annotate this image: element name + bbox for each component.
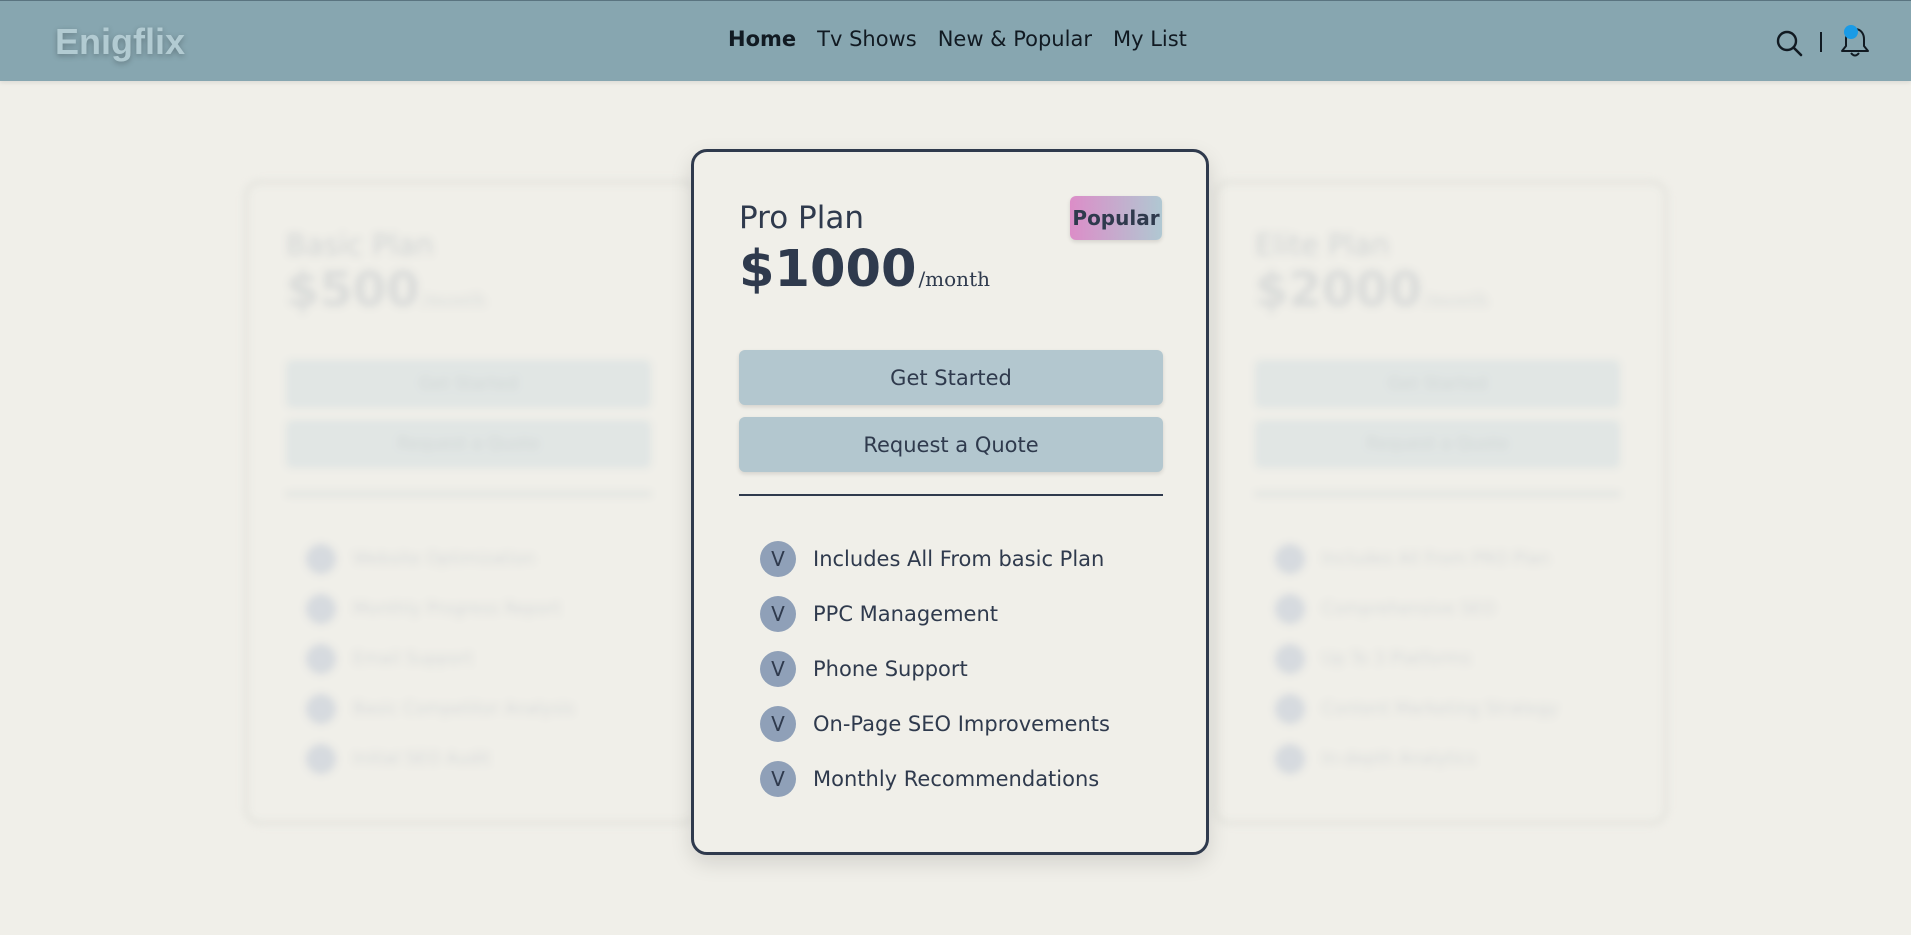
check-icon: V bbox=[1275, 544, 1305, 574]
check-icon: V bbox=[760, 760, 796, 797]
request-quote-button[interactable]: Request a Quote bbox=[739, 417, 1163, 472]
check-icon: V bbox=[1275, 594, 1305, 624]
check-icon: V bbox=[760, 595, 796, 632]
list-item: V Website Optimization bbox=[306, 534, 574, 584]
plan-name: Pro Plan bbox=[739, 200, 864, 236]
elite-plan-card: Elite Plan $2000 /month Get Started Requ… bbox=[1213, 180, 1668, 825]
check-icon: V bbox=[1275, 644, 1305, 674]
feature-text: Phone Support bbox=[813, 656, 968, 681]
nav-home[interactable]: Home bbox=[728, 27, 796, 51]
price-row: $500 /month bbox=[286, 262, 486, 318]
nav-new-popular[interactable]: New & Popular bbox=[938, 27, 1092, 51]
list-item: V Comprehensive SEO bbox=[1275, 584, 1558, 634]
plan-name: Basic Plan bbox=[286, 228, 434, 262]
get-started-button[interactable]: Get Started bbox=[739, 350, 1163, 405]
list-item: V Initial SEO Audit bbox=[306, 734, 574, 784]
feature-text: Includes All From basic Plan bbox=[813, 546, 1105, 571]
nav-separator bbox=[1820, 32, 1822, 52]
feature-text: Monthly Progress Report bbox=[353, 599, 561, 619]
feature-text: Comprehensive SEO bbox=[1322, 599, 1496, 619]
get-started-button[interactable]: Get Started bbox=[286, 360, 651, 408]
pro-plan-card: Pro Plan $1000 /month Popular Get Starte… bbox=[691, 149, 1209, 855]
check-icon: V bbox=[306, 594, 336, 624]
divider bbox=[1255, 492, 1620, 496]
request-quote-button[interactable]: Request a Quote bbox=[286, 420, 651, 468]
feature-text: In-depth Analytics bbox=[1322, 749, 1477, 769]
feature-text: Website Optimization bbox=[353, 549, 535, 569]
plan-name: Elite Plan bbox=[1255, 228, 1390, 262]
price-period: /month bbox=[421, 290, 486, 311]
list-item: V Basic Competitor Analysis bbox=[306, 684, 574, 734]
feature-text: Up To 3 Platforms bbox=[1322, 649, 1471, 669]
check-icon: V bbox=[306, 644, 336, 674]
list-item: V Content Marketing Strategy bbox=[1275, 684, 1558, 734]
feature-list: V Website Optimization V Monthly Progress … bbox=[306, 534, 574, 784]
plan-price: $2000 bbox=[1255, 262, 1422, 318]
feature-text: Content Marketing Strategy bbox=[1322, 699, 1558, 719]
list-item: V Monthly Recommendations bbox=[760, 751, 1110, 806]
check-icon: V bbox=[306, 694, 336, 724]
feature-text: Basic Competitor Analysis bbox=[353, 699, 575, 719]
search-icon[interactable] bbox=[1775, 29, 1803, 57]
list-item: V Monthly Progress Report bbox=[306, 584, 574, 634]
price-period: /month bbox=[1424, 290, 1489, 311]
feature-list: V Includes All From basic Plan V PPC Manag… bbox=[760, 531, 1110, 806]
divider bbox=[286, 492, 651, 496]
brand-logo[interactable]: Enigflix bbox=[55, 21, 185, 63]
feature-text: PPC Management bbox=[813, 601, 999, 626]
check-icon: V bbox=[760, 705, 796, 742]
check-icon: V bbox=[306, 544, 336, 574]
list-item: V Email Support bbox=[306, 634, 574, 684]
list-item: V Up To 3 Platforms bbox=[1275, 634, 1558, 684]
top-navbar: Enigflix Home Tv Shows New & Popular My … bbox=[0, 0, 1911, 81]
popular-badge: Popular bbox=[1070, 196, 1162, 240]
nav-tv-shows[interactable]: Tv Shows bbox=[817, 27, 917, 51]
feature-list: V Includes All From PRO Plan V Comprehensi… bbox=[1275, 534, 1558, 784]
basic-plan-card: Basic Plan $500 /month Get Started Reque… bbox=[244, 180, 699, 825]
list-item: V On-Page SEO Improvements bbox=[760, 696, 1110, 751]
plan-price: $1000 bbox=[739, 240, 917, 299]
get-started-button[interactable]: Get Started bbox=[1255, 360, 1620, 408]
price-period: /month bbox=[918, 267, 990, 291]
feature-text: On-Page SEO Improvements bbox=[813, 711, 1110, 736]
feature-text: Monthly Recommendations bbox=[813, 766, 1100, 791]
price-row: $2000 /month bbox=[1255, 262, 1488, 318]
plan-price: $500 bbox=[286, 262, 420, 318]
notification-dot bbox=[1844, 25, 1858, 39]
list-item: V Includes All From PRO Plan bbox=[1275, 534, 1558, 584]
list-item: V Phone Support bbox=[760, 641, 1110, 696]
nav-my-list[interactable]: My List bbox=[1113, 27, 1187, 51]
request-quote-button[interactable]: Request a Quote bbox=[1255, 420, 1620, 468]
check-icon: V bbox=[760, 540, 796, 577]
check-icon: V bbox=[760, 650, 796, 687]
check-icon: V bbox=[306, 744, 336, 774]
list-item: V In-depth Analytics bbox=[1275, 734, 1558, 784]
divider bbox=[739, 494, 1163, 496]
check-icon: V bbox=[1275, 694, 1305, 724]
main-nav: Home Tv Shows New & Popular My List bbox=[728, 27, 1187, 51]
price-row: $1000 /month bbox=[739, 240, 990, 299]
list-item: V PPC Management bbox=[760, 586, 1110, 641]
feature-text: Includes All From PRO Plan bbox=[1322, 549, 1550, 569]
feature-text: Email Support bbox=[353, 649, 473, 669]
feature-text: Initial SEO Audit bbox=[353, 749, 491, 769]
check-icon: V bbox=[1275, 744, 1305, 774]
list-item: V Includes All From basic Plan bbox=[760, 531, 1110, 586]
